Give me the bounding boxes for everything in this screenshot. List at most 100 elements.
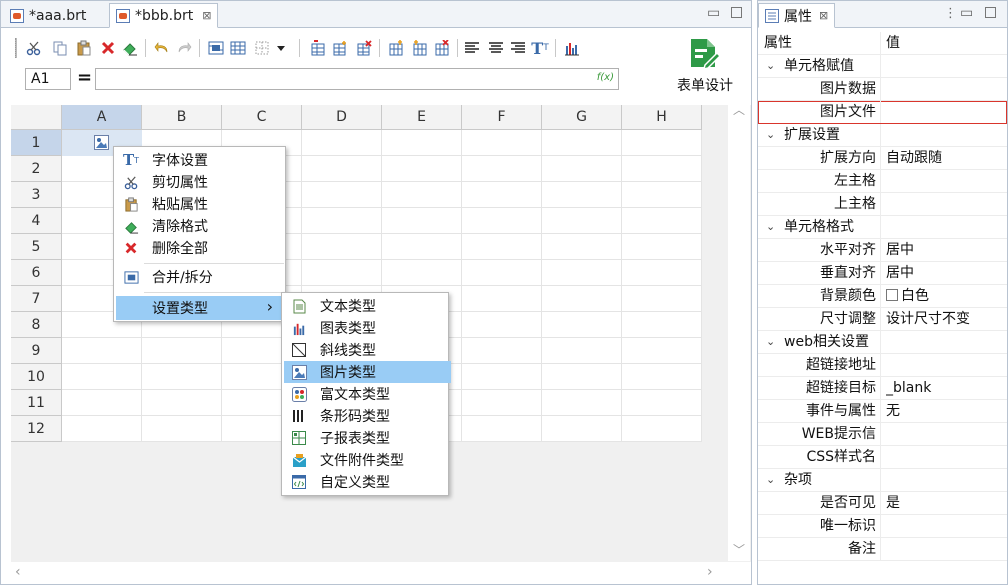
close-icon[interactable]: ⊠ <box>202 9 211 22</box>
property-value[interactable] <box>886 446 1004 468</box>
property-value[interactable] <box>886 538 1004 560</box>
property-value[interactable] <box>886 170 1004 192</box>
paste-icon[interactable] <box>73 35 95 61</box>
column-header[interactable]: G <box>542 105 622 130</box>
submenu-item-barcode[interactable]: 条形码类型 <box>284 405 451 427</box>
menu-item-cut-props[interactable]: 剪切属性 <box>116 171 283 193</box>
row-header[interactable]: 8 <box>11 312 62 338</box>
property-row[interactable]: 背景颜色 白色 <box>758 285 1007 308</box>
row-header[interactable]: 3 <box>11 182 62 208</box>
property-value[interactable]: 居中 <box>886 239 1004 261</box>
column-header[interactable]: E <box>382 105 462 130</box>
insert-row-icon[interactable] <box>307 35 329 61</box>
row-header[interactable]: 11 <box>11 390 62 416</box>
bar-chart-icon[interactable] <box>561 35 583 61</box>
property-category[interactable]: ⌄ web相关设置 <box>758 331 1007 354</box>
property-row[interactable]: 是否可见是 <box>758 492 1007 515</box>
vertical-scrollbar[interactable]: ︿ ﹀ <box>728 101 750 561</box>
minimize-icon[interactable]: ▭ <box>707 6 720 20</box>
property-value[interactable] <box>886 331 1004 353</box>
tab-aaa[interactable]: *aaa.brt <box>3 3 93 28</box>
property-value[interactable] <box>886 354 1004 376</box>
table-icon[interactable] <box>227 35 249 61</box>
insert-col-icon[interactable] <box>385 35 407 61</box>
submenu-item-text[interactable]: 文本类型 <box>284 295 451 317</box>
cut-icon[interactable] <box>23 35 45 61</box>
delete-row-icon[interactable] <box>353 35 375 61</box>
submenu-item-subreport[interactable]: 子报表类型 <box>284 427 451 449</box>
property-value[interactable] <box>886 469 1004 491</box>
row-header[interactable]: 9 <box>11 338 62 364</box>
row-header[interactable]: 5 <box>11 234 62 260</box>
delete-icon[interactable] <box>97 35 119 61</box>
property-row[interactable]: 超链接目标 _blank <box>758 377 1007 400</box>
scroll-up-icon[interactable]: ︿ <box>733 101 745 118</box>
property-row[interactable]: 垂直对齐 居中 <box>758 262 1007 285</box>
maximize-icon[interactable] <box>985 7 996 18</box>
property-row[interactable]: WEB提示信 <box>758 423 1007 446</box>
property-category[interactable]: ⌄ 杂项 <box>758 469 1007 492</box>
fx-icon[interactable]: f(x) <box>597 72 614 83</box>
property-row[interactable]: CSS样式名 <box>758 446 1007 469</box>
column-header[interactable]: D <box>302 105 382 130</box>
property-row[interactable]: 超链接地址 <box>758 354 1007 377</box>
tab-bbb[interactable]: *bbb.brt ⊠ <box>109 3 219 28</box>
font-icon[interactable]: TT <box>529 35 551 61</box>
row-header[interactable]: 6 <box>11 260 62 286</box>
merge-icon[interactable] <box>205 35 227 61</box>
minimize-icon[interactable]: ▭ <box>960 6 973 20</box>
menu-item-font-settings[interactable]: TT 字体设置 <box>116 149 283 171</box>
submenu-item-chart[interactable]: 图表类型 <box>284 317 451 339</box>
row-header[interactable]: 12 <box>11 416 62 442</box>
copy-icon[interactable] <box>49 35 71 61</box>
property-category[interactable]: ⌄ 单元格赋值 <box>758 55 1007 78</box>
property-value[interactable]: 无 <box>886 400 1004 422</box>
property-value[interactable]: 居中 <box>886 262 1004 284</box>
property-value[interactable] <box>886 55 1004 77</box>
property-value[interactable] <box>886 78 1004 100</box>
chevron-down-icon[interactable]: ⌄ <box>766 55 775 77</box>
align-right-icon[interactable] <box>507 35 529 61</box>
property-category[interactable]: ⌄ 单元格格式 <box>758 216 1007 239</box>
submenu-item-rich-text[interactable]: 富文本类型 <box>284 383 451 405</box>
menu-item-set-type[interactable]: 设置类型 › <box>116 296 283 320</box>
row-header[interactable]: 10 <box>11 364 62 390</box>
property-value[interactable] <box>886 193 1004 215</box>
menu-item-merge-split[interactable]: 合并/拆分 <box>116 266 283 288</box>
scroll-right-icon[interactable]: › <box>707 564 713 580</box>
submenu-item-custom[interactable]: 自定义类型 <box>284 471 451 493</box>
row-header[interactable]: 2 <box>11 156 62 182</box>
eraser-icon[interactable] <box>119 35 141 61</box>
property-value[interactable]: 白色 <box>886 285 1004 307</box>
property-row[interactable]: 图片数据 <box>758 78 1007 101</box>
undo-icon[interactable] <box>151 35 173 61</box>
property-row[interactable]: 上主格 <box>758 193 1007 216</box>
property-value[interactable]: 设计尺寸不变 <box>886 308 1004 330</box>
align-left-icon[interactable] <box>461 35 483 61</box>
append-row-icon[interactable] <box>329 35 351 61</box>
chevron-down-icon[interactable]: ⌄ <box>766 331 775 353</box>
property-row[interactable]: 尺寸调整 设计尺寸不变 <box>758 308 1007 331</box>
property-row[interactable]: 水平对齐 居中 <box>758 239 1007 262</box>
scroll-left-icon[interactable]: ‹ <box>15 564 21 580</box>
property-value[interactable] <box>886 124 1004 146</box>
tab-properties[interactable]: 属性 ⊠ <box>758 3 836 28</box>
property-value[interactable] <box>886 423 1004 445</box>
row-header[interactable]: 1 <box>11 130 62 156</box>
property-value[interactable] <box>886 101 1004 123</box>
property-value[interactable] <box>886 515 1004 537</box>
menu-item-paste-props[interactable]: 粘贴属性 <box>116 193 283 215</box>
menu-item-delete-all[interactable]: 删除全部 <box>116 237 283 259</box>
horizontal-scrollbar[interactable]: ‹ › <box>1 562 751 584</box>
property-value[interactable]: 自动跟随 <box>886 147 1004 169</box>
submenu-item-attachment[interactable]: 文件附件类型 <box>284 449 451 471</box>
property-category[interactable]: ⌄ 扩展设置 <box>758 124 1007 147</box>
column-header[interactable]: F <box>462 105 542 130</box>
chevron-down-icon[interactable] <box>273 35 289 61</box>
append-col-icon[interactable] <box>409 35 431 61</box>
row-header[interactable]: 4 <box>11 208 62 234</box>
submenu-item-diagonal[interactable]: 斜线类型 <box>284 339 451 361</box>
column-header[interactable]: C <box>222 105 302 130</box>
border-icon[interactable] <box>251 35 273 61</box>
scroll-down-icon[interactable]: ﹀ <box>733 541 745 558</box>
